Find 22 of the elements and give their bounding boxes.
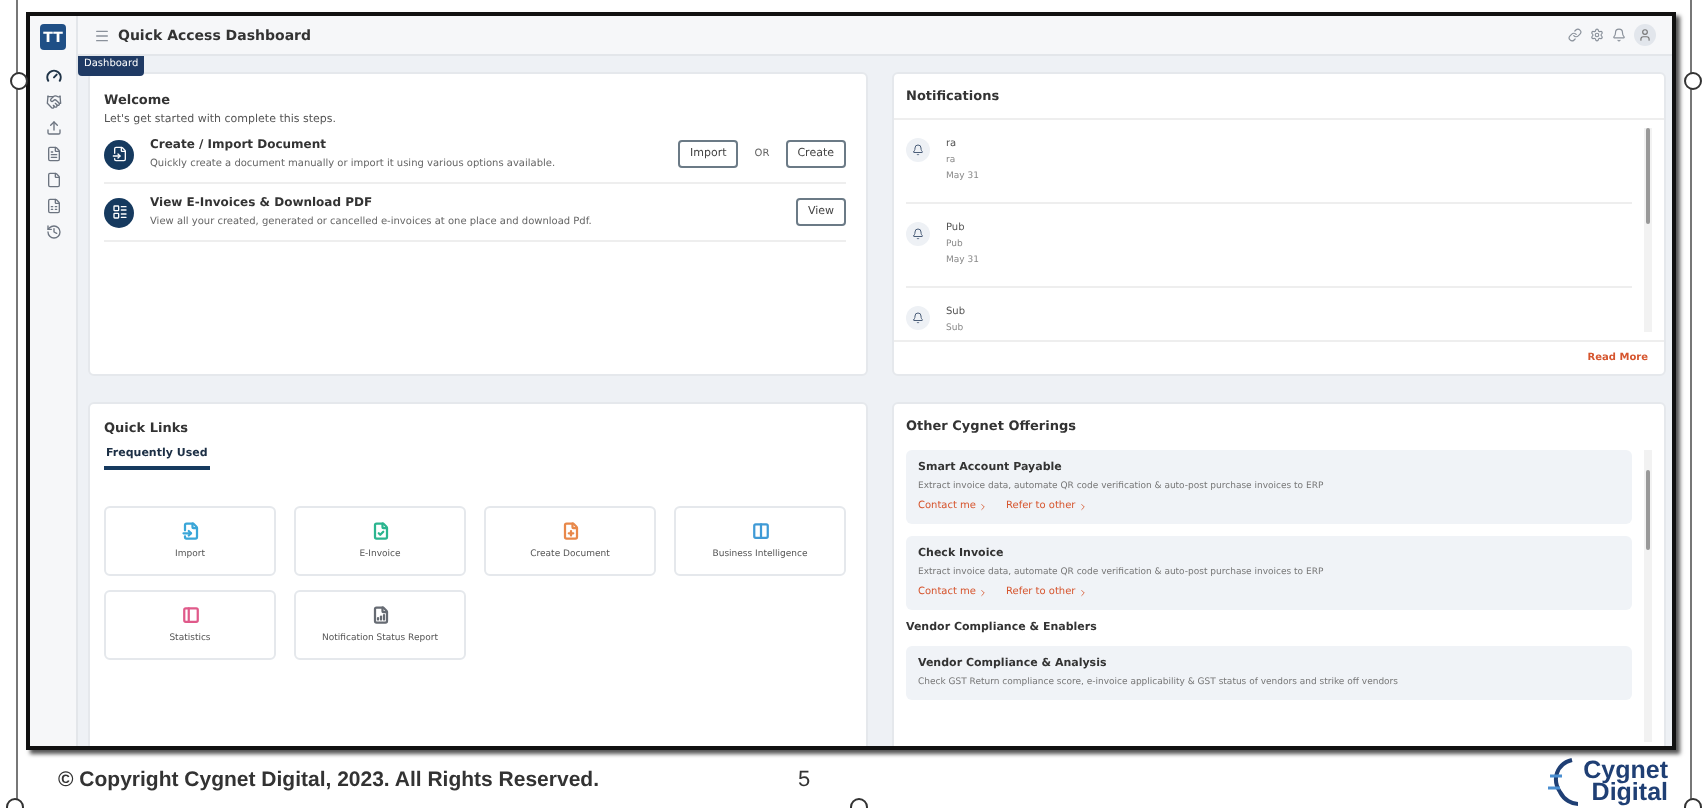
bell-icon (906, 306, 930, 330)
scrollbar[interactable] (1644, 450, 1652, 742)
link-icon[interactable] (1568, 28, 1582, 42)
copyright-text: © Copyright Cygnet Digital, 2023. All Rights Reserved. (58, 768, 601, 792)
settings-icon[interactable] (1590, 28, 1604, 42)
company-logo: Cygnet Digital (1543, 756, 1668, 808)
bell-icon (906, 222, 930, 246)
sidebar-item[interactable] (45, 68, 61, 84)
chevron-icon (978, 587, 988, 597)
page-number: 5 (798, 768, 813, 792)
bell-icon (906, 138, 930, 162)
scrollbar[interactable] (1644, 128, 1652, 332)
step-icon (104, 197, 134, 227)
menu-icon[interactable] (94, 27, 110, 43)
user-avatar[interactable] (1634, 24, 1656, 46)
chevron-icon (1077, 501, 1088, 511)
resize-handle[interactable] (10, 72, 28, 90)
chevron-icon (1077, 587, 1088, 597)
chevron-icon (978, 501, 988, 511)
bell-icon[interactable] (1612, 28, 1626, 42)
resize-handle[interactable] (1684, 72, 1702, 90)
step-icon (104, 139, 134, 169)
